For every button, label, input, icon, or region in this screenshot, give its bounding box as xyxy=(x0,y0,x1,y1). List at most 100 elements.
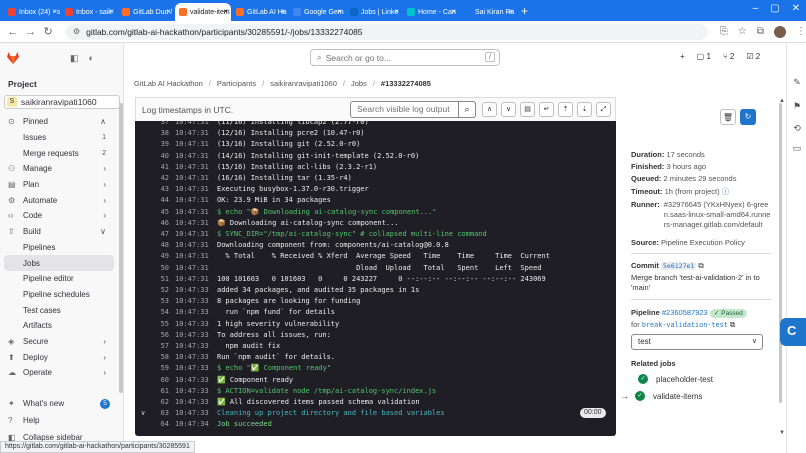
retry-job-icon[interactable]: ↻ xyxy=(740,109,756,125)
collapse-section-icon[interactable]: ∨ xyxy=(141,408,145,419)
new-icon[interactable]: + xyxy=(680,52,685,61)
line-number[interactable]: 50 xyxy=(147,263,169,274)
sidebar-item-artifacts[interactable]: Artifacts xyxy=(0,318,118,334)
new-tab-button[interactable]: + xyxy=(521,4,528,18)
sidebar-item-merge-requests[interactable]: Merge requests 2 xyxy=(0,145,118,161)
browser-tab[interactable]: GitLab AI Ha × xyxy=(232,3,288,21)
copy-icon[interactable]: ⧉ xyxy=(730,320,735,329)
erase-log-icon[interactable]: 🗑 xyxy=(720,109,736,125)
line-number[interactable]: 56 xyxy=(147,330,169,341)
browser-menu-icon[interactable]: ⋮ xyxy=(796,26,806,37)
browser-tab[interactable]: Google Gem × xyxy=(289,3,345,21)
scroll-bottom-icon[interactable]: ⇣ xyxy=(577,102,592,117)
browser-tab[interactable]: validate-item × xyxy=(175,3,231,21)
line-number[interactable]: 51 xyxy=(147,274,169,285)
mr-count[interactable]: ⑂ 2 xyxy=(723,52,734,61)
line-number[interactable]: 39 xyxy=(147,139,169,150)
browser-tab[interactable]: Jobs | Linke × xyxy=(346,3,402,21)
line-number[interactable]: 61 xyxy=(147,386,169,397)
line-number[interactable]: 60 xyxy=(147,375,169,386)
close-window-icon[interactable]: ✕ xyxy=(792,3,800,14)
sidebar-item-test-cases[interactable]: Test cases xyxy=(0,302,118,318)
line-number[interactable]: 54 xyxy=(147,307,169,318)
line-number[interactable]: 44 xyxy=(147,195,169,206)
close-tab-icon[interactable]: × xyxy=(223,7,228,16)
line-number[interactable]: 62 xyxy=(147,397,169,408)
next-match-button[interactable]: ∨ xyxy=(501,102,516,117)
line-number[interactable]: 47 xyxy=(147,229,169,240)
breadcrumb-item[interactable]: #13332274085 xyxy=(381,79,431,88)
close-tab-icon[interactable]: × xyxy=(280,7,285,16)
pipeline-link[interactable]: #2360587923 xyxy=(662,308,708,317)
minimize-icon[interactable]: – xyxy=(753,3,759,14)
global-search-input[interactable]: ⌕ Search or go to... / xyxy=(310,49,500,66)
close-tab-icon[interactable]: × xyxy=(451,7,456,16)
sidebar-item-plan[interactable]: ▤ Plan › xyxy=(0,177,118,193)
sidebar-item-code[interactable]: ‹› Code › xyxy=(0,208,118,224)
sidebar-item-jobs[interactable]: Jobs xyxy=(4,255,114,271)
sidebar-item-build[interactable]: ⇧ Build ∨ xyxy=(0,224,118,240)
line-number[interactable]: 58 xyxy=(147,352,169,363)
todo-count[interactable]: ☑ 2 xyxy=(746,52,760,61)
breadcrumb-item[interactable]: Jobs xyxy=(351,79,367,88)
line-number[interactable]: 45 xyxy=(147,207,169,218)
bookmark-icon[interactable]: ⚑ xyxy=(791,101,803,112)
sidebar-item-pinned[interactable]: ⊙ Pinned ∧ xyxy=(0,114,118,130)
sidebar-item-pipeline-editor[interactable]: Pipeline editor xyxy=(0,271,118,287)
sidebar-item-secure[interactable]: ◈ Secure › xyxy=(0,334,118,350)
previous-match-button[interactable]: ∧ xyxy=(482,102,497,117)
user-avatar[interactable]: ◐ xyxy=(89,53,94,64)
close-tab-icon[interactable]: × xyxy=(52,7,57,16)
scroll-top-icon[interactable]: ⇡ xyxy=(558,102,573,117)
reading-list-icon[interactable]: ▭ xyxy=(791,143,803,154)
raw-log-icon[interactable]: ▤ xyxy=(520,102,535,117)
commit-sha-link[interactable]: 5e6127e1 xyxy=(661,262,697,270)
breadcrumb-item[interactable]: Participants xyxy=(217,79,256,88)
sidebar-scrollbar[interactable] xyxy=(119,103,123,393)
sidebar-item-issues[interactable]: Issues 1 xyxy=(0,130,118,146)
back-icon[interactable]: ← xyxy=(6,26,20,38)
line-number[interactable]: 53 xyxy=(147,296,169,307)
line-number[interactable]: 49 xyxy=(147,251,169,262)
install-icon[interactable]: ⎘ xyxy=(720,26,728,37)
forward-icon[interactable]: → xyxy=(24,26,38,38)
line-number[interactable]: 41 xyxy=(147,162,169,173)
sidebar-item-operate[interactable]: ☁ Operate › xyxy=(0,365,118,381)
gitlab-logo-icon[interactable] xyxy=(6,51,20,65)
line-number[interactable]: 64 xyxy=(147,419,169,430)
chat-assistant-button[interactable]: C xyxy=(780,318,806,346)
sidebar-toggle-icon[interactable]: ◧ xyxy=(70,53,79,64)
sidebar-item-help[interactable]: ? Help xyxy=(0,412,118,429)
fullscreen-icon[interactable]: ⤢ xyxy=(596,102,611,117)
branch-link[interactable]: break-validation-test xyxy=(642,321,728,329)
line-number[interactable]: 40 xyxy=(147,151,169,162)
browser-tab[interactable]: GitLab Duo / × xyxy=(118,3,174,21)
edit-icon[interactable]: ✎ xyxy=(791,77,803,88)
log-search-icon[interactable]: ⌕ xyxy=(458,101,476,118)
sidebar-item-pipelines[interactable]: Pipelines xyxy=(0,240,118,256)
line-number[interactable]: 46 xyxy=(147,218,169,229)
site-info-icon[interactable]: ⚙ xyxy=(73,27,80,36)
related-job-item[interactable]: → ✓ validate-items xyxy=(621,391,702,401)
url-field[interactable]: ⚙ gitlab.com/gitlab-ai-hackathon/partici… xyxy=(64,23,708,40)
help-icon[interactable]: ⓘ xyxy=(722,187,730,196)
maximize-icon[interactable]: ▢ xyxy=(770,3,779,14)
browser-tab[interactable]: Inbox - saik × xyxy=(61,3,117,21)
sidebar-item-pipeline-schedules[interactable]: Pipeline schedules xyxy=(0,287,118,303)
browser-tab[interactable]: Sai Kiran Ra × xyxy=(460,3,516,21)
breadcrumb-item[interactable]: GitLab AI Hackathon xyxy=(134,79,203,88)
wrap-lines-icon[interactable]: ↵ xyxy=(539,102,554,117)
line-number[interactable]: 55 xyxy=(147,319,169,330)
sidebar-item-manage[interactable]: ⚇ Manage › xyxy=(0,161,118,177)
line-number[interactable]: 43 xyxy=(147,184,169,195)
close-tab-icon[interactable]: × xyxy=(166,7,171,16)
line-number[interactable]: 38 xyxy=(147,128,169,139)
issues-count[interactable]: ▢ 1 xyxy=(697,52,711,61)
stage-select[interactable]: test ∨ xyxy=(631,334,763,350)
sidebar-item-what-s-new[interactable]: ✦ What's new 5 xyxy=(0,395,118,412)
sidebar-item-deploy[interactable]: ⬆ Deploy › xyxy=(0,349,118,365)
breadcrumb-item[interactable]: saikiranravipati1060 xyxy=(270,79,337,88)
reload-icon[interactable]: ↻ xyxy=(41,25,55,38)
line-number[interactable]: 42 xyxy=(147,173,169,184)
close-tab-icon[interactable]: × xyxy=(109,7,114,16)
